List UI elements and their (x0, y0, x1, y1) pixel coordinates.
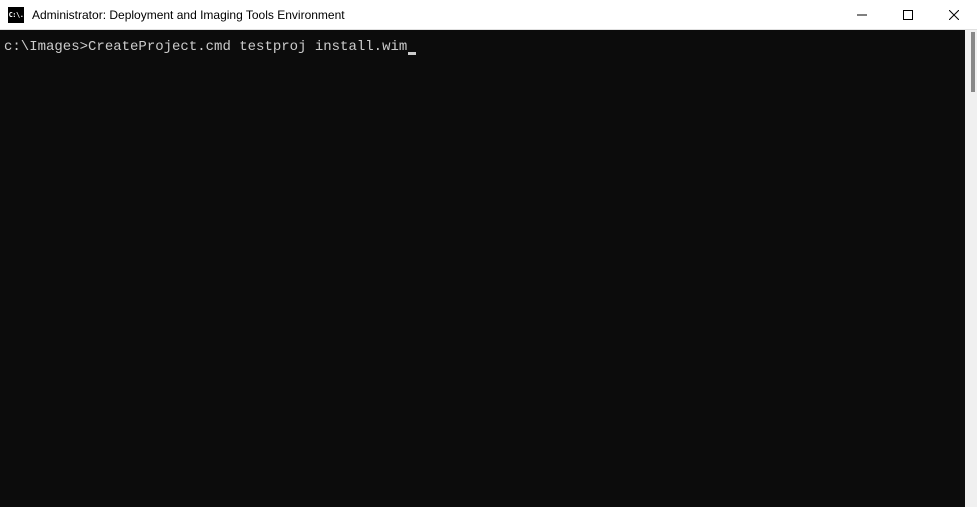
terminal[interactable]: c:\Images>CreateProject.cmd testproj ins… (0, 30, 965, 507)
maximize-button[interactable] (885, 0, 931, 30)
terminal-line: c:\Images>CreateProject.cmd testproj ins… (4, 38, 961, 56)
minimize-icon (857, 10, 867, 20)
cmd-icon: C:\. (8, 7, 24, 23)
terminal-container: c:\Images>CreateProject.cmd testproj ins… (0, 30, 977, 507)
close-button[interactable] (931, 0, 977, 30)
cmd-icon-text: C:\. (9, 11, 24, 19)
close-icon (949, 10, 959, 20)
terminal-command: CreateProject.cmd testproj install.wim (88, 39, 407, 55)
terminal-prompt: c:\Images> (4, 39, 88, 55)
window-title: Administrator: Deployment and Imaging To… (32, 8, 839, 22)
minimize-button[interactable] (839, 0, 885, 30)
scrollbar-track[interactable] (965, 30, 977, 507)
scrollbar-thumb[interactable] (971, 32, 975, 92)
titlebar: C:\. Administrator: Deployment and Imagi… (0, 0, 977, 30)
terminal-cursor (408, 52, 416, 55)
window-controls (839, 0, 977, 29)
maximize-icon (903, 10, 913, 20)
